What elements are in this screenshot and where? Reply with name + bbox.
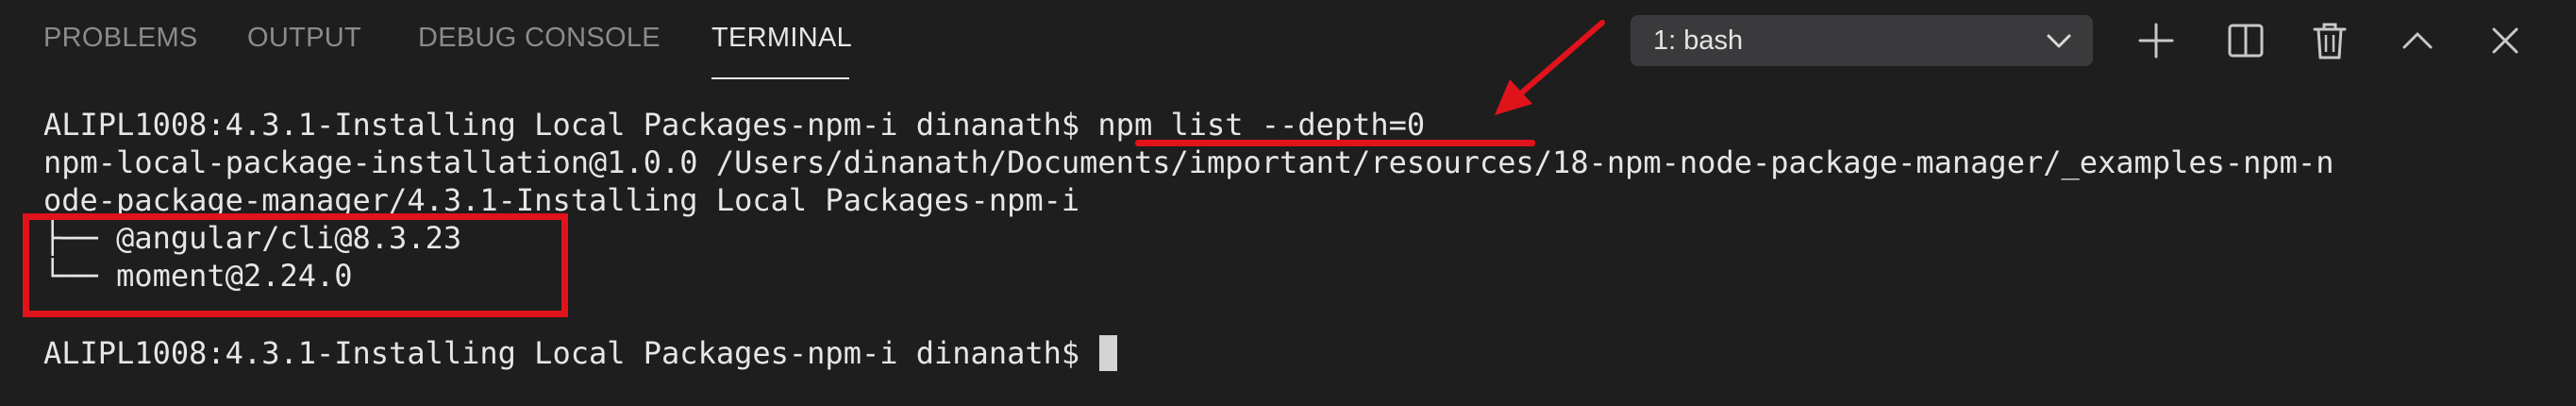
close-icon [2492,27,2518,54]
chevron-up-icon [2402,32,2433,49]
trash-icon [2313,23,2347,59]
maximize-panel-button[interactable] [2394,17,2441,64]
prompt-text: ALIPL1008:4.3.1-Installing Local Package… [43,107,1098,143]
tab-terminal[interactable]: TERMINAL [711,23,852,54]
close-panel-button[interactable] [2482,17,2529,64]
terminal-line: npm-local-package-installation@1.0.0 /Us… [43,144,2334,180]
terminal-select-dropdown[interactable]: 1: bash [1631,15,2093,66]
split-terminal-button[interactable] [2222,17,2269,64]
chevron-down-icon [2047,34,2071,48]
annotation-underline [1135,140,1535,146]
terminal-line-command: ALIPL1008:4.3.1-Installing Local Package… [43,106,1425,144]
kill-terminal-button[interactable] [2306,17,2353,64]
terminal-select-value: 1: bash [1653,25,1744,56]
split-icon [2228,24,2264,58]
annotation-arrow [1495,20,1605,115]
prompt-text: ALIPL1008:4.3.1-Installing Local Package… [43,335,1098,371]
terminal-cursor [1099,335,1118,371]
active-tab-indicator [711,77,849,79]
terminal-line-prompt: ALIPL1008:4.3.1-Installing Local Package… [43,334,1118,372]
new-terminal-button[interactable] [2133,17,2180,64]
tab-output[interactable]: OUTPUT [247,23,361,54]
panel-header: PROBLEMS OUTPUT DEBUG CONSOLE TERMINAL 1… [0,0,2576,83]
tab-debug-console[interactable]: DEBUG CONSOLE [418,23,661,54]
tab-problems[interactable]: PROBLEMS [43,23,198,54]
command-text: npm list --depth=0 [1097,107,1426,143]
plus-icon [2138,23,2174,59]
annotation-highlight-box [23,213,568,317]
